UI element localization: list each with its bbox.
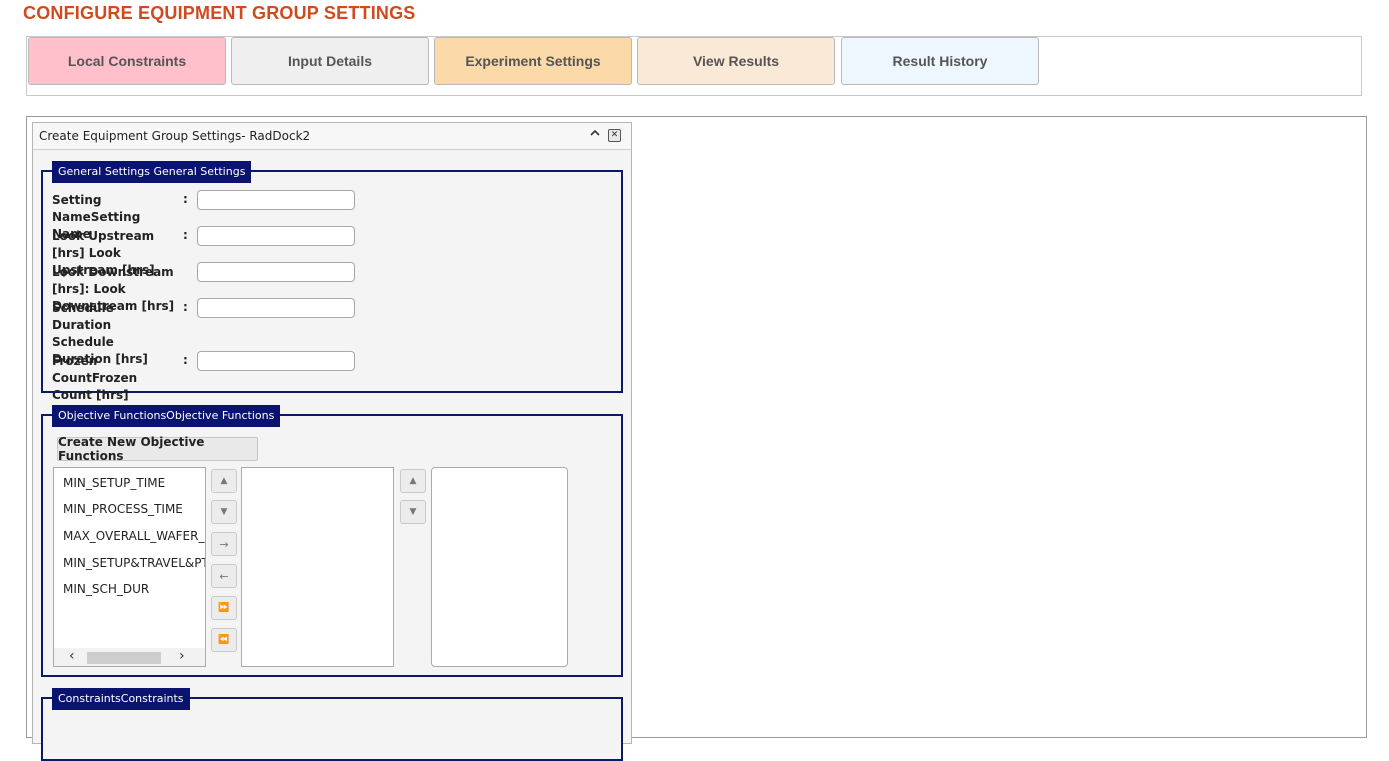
move-up-icon[interactable]: ▲ bbox=[400, 469, 426, 493]
list-item[interactable]: MIN_PROCESS_TIME bbox=[63, 502, 183, 516]
move-down-icon[interactable]: ▼ bbox=[400, 500, 426, 524]
tab-view-results[interactable]: View Results bbox=[637, 37, 835, 85]
available-functions-listbox[interactable]: MIN_SETUP_TIME MIN_PROCESS_TIME MAX_OVER… bbox=[53, 467, 206, 667]
transfer-all-to-icon[interactable]: ⏩ bbox=[211, 596, 237, 620]
transfer-from-icon[interactable]: ← bbox=[211, 564, 237, 588]
colon: : bbox=[183, 300, 188, 314]
dock-title: Create Equipment Group Settings- RadDock… bbox=[39, 129, 311, 143]
close-icon[interactable]: ✕ bbox=[608, 129, 621, 142]
scroll-thumb[interactable] bbox=[87, 652, 161, 664]
create-objective-functions-button[interactable]: Create New Objective Functions bbox=[57, 435, 258, 463]
list-item[interactable]: MAX_OVERALL_WAFER_MOVES bbox=[63, 529, 205, 543]
schedule-duration-input[interactable] bbox=[197, 298, 355, 318]
move-up-icon[interactable]: ▲ bbox=[211, 469, 237, 493]
collapse-chevron-up-icon[interactable] bbox=[589, 127, 601, 142]
list-item[interactable]: MIN_SETUP_TIME bbox=[63, 476, 165, 490]
dock-header[interactable]: Create Equipment Group Settings- RadDock… bbox=[33, 123, 631, 150]
frozen-count-label: Frozen CountFrozen Count [hrs] bbox=[52, 354, 138, 402]
raddock-window: Create Equipment Group Settings- RadDock… bbox=[32, 122, 632, 761]
tab-experiment-settings[interactable]: Experiment Settings bbox=[434, 37, 632, 85]
colon: : bbox=[183, 228, 188, 242]
setting-name-input[interactable] bbox=[197, 190, 355, 210]
constraints-legend: ConstraintsConstraints bbox=[52, 688, 190, 710]
tab-local-constraints[interactable]: Local Constraints bbox=[28, 37, 226, 85]
transfer-all-from-icon[interactable]: ⏪ bbox=[211, 628, 237, 652]
general-settings-fieldset: General Settings General Settings Settin… bbox=[41, 161, 623, 402]
objective-functions-fieldset: Objective FunctionsObjective Functions C… bbox=[41, 405, 623, 677]
page-title: CONFIGURE EQUIPMENT GROUP SETTINGS bbox=[23, 3, 416, 23]
colon: : bbox=[183, 353, 188, 367]
look-upstream-input[interactable] bbox=[197, 226, 355, 246]
tab-result-history[interactable]: Result History bbox=[841, 37, 1039, 85]
selected-functions-listbox[interactable] bbox=[241, 467, 394, 667]
tab-bar: Local Constraints Input Details Experime… bbox=[26, 36, 1362, 96]
weights-listbox[interactable] bbox=[431, 467, 568, 667]
frozen-count-input[interactable] bbox=[197, 351, 355, 371]
objective-functions-legend: Objective FunctionsObjective Functions bbox=[52, 405, 281, 427]
constraints-fieldset: ConstraintsConstraints bbox=[41, 688, 623, 761]
tab-input-details[interactable]: Input Details bbox=[231, 37, 429, 85]
scroll-left-icon[interactable]: ‹ bbox=[69, 648, 75, 664]
list-item[interactable]: MIN_SETUP&TRAVEL&PT bbox=[63, 556, 205, 570]
scroll-right-icon[interactable]: › bbox=[179, 648, 185, 664]
horizontal-scrollbar[interactable]: ‹ › bbox=[54, 648, 205, 666]
list-item[interactable]: MIN_SCH_DUR bbox=[63, 582, 149, 596]
content-panel: Create Equipment Group Settings- RadDock… bbox=[26, 116, 1367, 761]
look-downstream-input[interactable] bbox=[197, 262, 355, 282]
move-down-icon[interactable]: ▼ bbox=[211, 500, 237, 524]
general-settings-legend: General Settings General Settings bbox=[52, 161, 252, 183]
colon: : bbox=[183, 192, 188, 206]
transfer-to-icon[interactable]: → bbox=[211, 532, 237, 556]
